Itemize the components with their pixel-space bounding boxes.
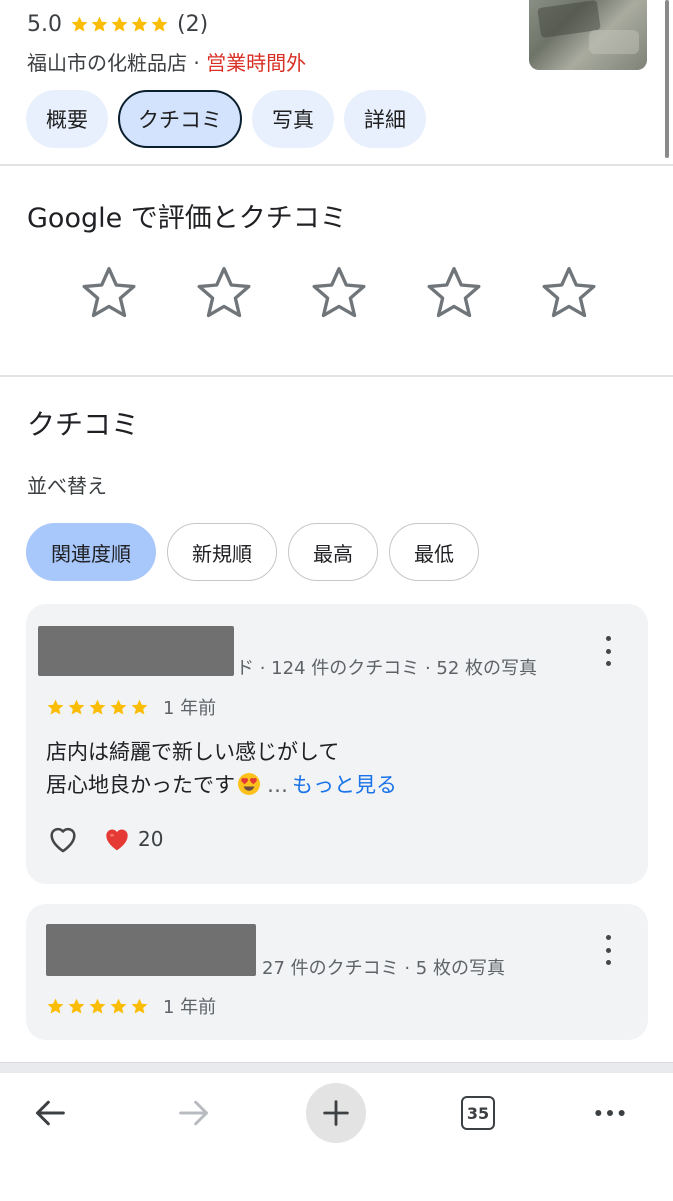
- tab-switcher-icon: 35: [461, 1096, 495, 1130]
- plus-icon: [323, 1100, 349, 1126]
- sort-chip-lowest[interactable]: 最低: [389, 523, 479, 581]
- place-category: 福山市の化粧品店 ·: [27, 51, 207, 75]
- rate-section-title: Google で評価とクチコミ: [27, 203, 347, 234]
- review-stars: [46, 698, 149, 717]
- more-dots-icon: [595, 1110, 625, 1116]
- reaction-summary[interactable]: 20: [102, 824, 163, 854]
- review-text: 店内は綺麗で新しい感じがして 居心地良かったです … もっと見る: [46, 736, 397, 802]
- tab-photos[interactable]: 写真: [252, 90, 334, 148]
- place-category-line: 福山市の化粧品店 · 営業時間外: [27, 47, 306, 76]
- star-filled-icon: [89, 699, 106, 715]
- forward-arrow-icon: [179, 1100, 208, 1126]
- star-outline-icon[interactable]: [78, 262, 140, 324]
- star-outline-icon[interactable]: [538, 262, 600, 324]
- review-date: 1 年前: [163, 997, 217, 1018]
- review-actions: 20: [46, 822, 163, 856]
- section-divider: [0, 164, 673, 166]
- reviews-section-title: クチコミ: [27, 408, 140, 441]
- star-filled-icon: [89, 998, 106, 1014]
- sort-chips: 関連度順 新規順 最高 最低: [26, 523, 479, 581]
- more-options-icon[interactable]: [598, 935, 618, 965]
- heart-eyes-emoji-icon: [238, 773, 260, 795]
- star-filled-icon: [91, 16, 108, 32]
- place-review-count[interactable]: (2): [177, 12, 208, 37]
- review-card: ド · 124 件のクチコミ · 52 枚の写真 1 年前 店内は綺麗で新しい感…: [26, 604, 648, 884]
- star-filled-icon: [47, 699, 64, 715]
- section-divider: [0, 375, 673, 377]
- place-header: 5.0 (2) 福山市の化粧品店 · 営業時間外 概要 クチコミ 写真 詳細: [0, 0, 673, 164]
- review-ellipsis: …: [267, 773, 288, 797]
- tab-overview[interactable]: 概要: [26, 90, 108, 148]
- reviewer-meta: ド · 124 件のクチコミ · 52 枚の写真: [236, 658, 538, 679]
- star-filled-icon: [131, 16, 148, 32]
- back-button[interactable]: [20, 1083, 80, 1143]
- star-outline-icon[interactable]: [193, 262, 255, 324]
- review-rating: 1 年前: [46, 694, 216, 720]
- new-tab-button[interactable]: [306, 1083, 366, 1143]
- more-menu-button[interactable]: [580, 1083, 640, 1143]
- review-text-line: 店内は綺麗で新しい感じがして: [46, 740, 340, 764]
- tab-details[interactable]: 詳細: [344, 90, 426, 148]
- review-stars: [46, 997, 149, 1016]
- red-heart-icon: [106, 829, 128, 851]
- star-outline-icon[interactable]: [423, 262, 485, 324]
- heart-outline-icon[interactable]: [46, 822, 80, 856]
- place-photo-thumbnail[interactable]: [529, 0, 647, 70]
- star-filled-icon: [151, 16, 168, 32]
- browser-toolbar: 35: [0, 1062, 673, 1201]
- star-filled-icon: [111, 16, 128, 32]
- star-filled-icon: [68, 998, 85, 1014]
- star-filled-icon: [110, 699, 127, 715]
- place-tabs: 概要 クチコミ 写真 詳細: [26, 90, 426, 148]
- reviewer-meta: 27 件のクチコミ · 5 枚の写真: [262, 958, 505, 979]
- review-text-line-2: 居心地良かったです … もっと見る: [46, 769, 397, 802]
- place-hours-status: 営業時間外: [206, 51, 307, 75]
- place-rating-stars: [70, 15, 169, 34]
- star-outline-icon[interactable]: [308, 262, 370, 324]
- star-filled-icon: [68, 699, 85, 715]
- more-options-icon[interactable]: [598, 636, 618, 666]
- back-arrow-icon: [36, 1100, 65, 1126]
- star-filled-icon: [131, 699, 148, 715]
- review-date: 1 年前: [163, 698, 217, 719]
- redacted-reviewer-name: [38, 626, 234, 676]
- tab-reviews[interactable]: クチコミ: [118, 90, 242, 148]
- forward-button[interactable]: [164, 1083, 224, 1143]
- sort-label: 並べ替え: [27, 474, 107, 498]
- star-filled-icon: [47, 998, 64, 1014]
- scrollbar[interactable]: [665, 0, 669, 158]
- star-filled-icon: [110, 998, 127, 1014]
- sort-chip-newest[interactable]: 新規順: [167, 523, 277, 581]
- place-rating-line: 5.0 (2): [27, 12, 208, 37]
- rate-stars: [78, 262, 600, 324]
- star-filled-icon: [71, 16, 88, 32]
- toolbar-shadow: [0, 1063, 673, 1073]
- read-more-link[interactable]: もっと見る: [292, 773, 397, 797]
- place-rating-value: 5.0: [27, 12, 62, 37]
- sort-chip-relevance[interactable]: 関連度順: [26, 523, 156, 581]
- review-rating: 1 年前: [46, 993, 216, 1019]
- star-filled-icon: [131, 998, 148, 1014]
- tab-count: 35: [466, 1103, 490, 1123]
- redacted-reviewer-name: [46, 924, 256, 976]
- tab-switcher-button[interactable]: 35: [448, 1083, 508, 1143]
- sort-chip-highest[interactable]: 最高: [288, 523, 378, 581]
- review-text-line: 居心地良かったです: [46, 773, 235, 797]
- reaction-count: 20: [138, 827, 164, 851]
- review-card: 27 件のクチコミ · 5 枚の写真 1 年前: [26, 904, 648, 1040]
